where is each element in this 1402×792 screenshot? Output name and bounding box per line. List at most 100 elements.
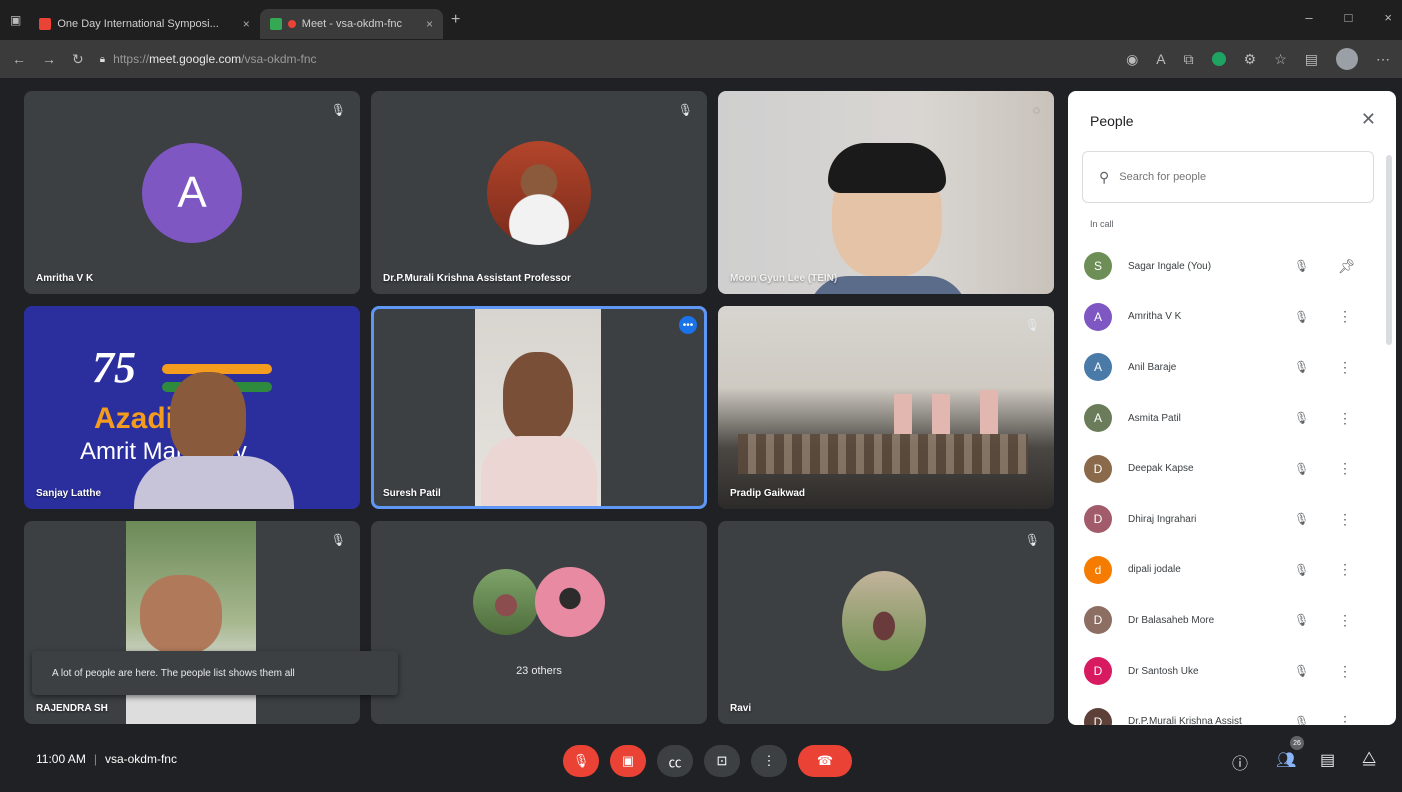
browser-tab-meet[interactable]: Meet - vsa-okdm-fnc × — [259, 9, 444, 39]
more-options-icon[interactable]: ⋮ — [1338, 308, 1352, 325]
muted-mic-icon: 🎙︎ — [330, 103, 346, 117]
avatar: d — [1084, 555, 1112, 584]
participant-name: Suresh Patil — [383, 488, 441, 499]
present-button[interactable]: ⊡ — [704, 745, 740, 777]
people-panel: People ✕ ⚲ In call S Sagar Ingale (You) … — [1068, 91, 1396, 725]
camera-indicator-icon[interactable]: ◉ — [1126, 51, 1138, 68]
participant-tile-others[interactable]: 23 others — [371, 521, 707, 724]
muted-mic-icon: 🎙︎ — [1024, 318, 1040, 332]
participant-tile[interactable]: ◌ Moon Gyun Lee (TEIN) — [718, 91, 1054, 294]
close-tab-icon[interactable]: × — [243, 17, 250, 31]
address-bar[interactable]: 🔒︎ https://meet.google.com/vsa-okdm-fnc — [100, 46, 317, 72]
list-item[interactable]: D Dr Santosh Uke 🎙︎ ⋮ — [1084, 646, 1380, 697]
participant-tile[interactable]: 🎙︎ Dr.P.Murali Krishna Assistant Profess… — [371, 91, 707, 294]
muted-mic-icon: 🎙︎ — [1294, 714, 1310, 725]
forward-icon[interactable]: → — [42, 51, 56, 67]
more-options-icon[interactable]: ⋮ — [1338, 612, 1352, 629]
participant-tile[interactable]: ••• Suresh Patil — [371, 306, 707, 509]
more-options-icon[interactable]: ••• — [679, 316, 697, 334]
notification-toast: A lot of people are here. The people lis… — [32, 651, 398, 695]
more-options-icon[interactable]: ⋮ — [1338, 663, 1352, 680]
search-input[interactable] — [1119, 171, 1340, 183]
list-item[interactable]: S Sagar Ingale (You) 🎙︎ 📌︎ — [1084, 241, 1380, 292]
browser-tabbar: ▣ One Day International Symposi... × Mee… — [0, 0, 1402, 40]
extension-green-icon[interactable] — [1211, 52, 1226, 66]
list-item[interactable]: A Anil Baraje 🎙︎ ⋮ — [1084, 342, 1380, 393]
favorites-icon[interactable]: ☆ — [1274, 51, 1287, 68]
more-options-icon[interactable]: ⋮ — [1338, 410, 1352, 427]
avatar: D — [1084, 606, 1112, 635]
meet-controls-bar: 11:00 AM | vsa-okdm-fnc 🎙︎ ▣ ㏄ ⊡ ⋮ ☎︎ ⓘ 👥︎… — [0, 728, 1402, 792]
list-item[interactable]: D Dhiraj Ingrahari 🎙︎ ⋮ — [1084, 494, 1380, 545]
panel-scrollbar[interactable] — [1386, 155, 1392, 345]
current-time: 11:00 AM — [36, 752, 86, 766]
people-icon[interactable]: 👥︎ — [1276, 750, 1296, 770]
separator: | — [93, 752, 97, 766]
participant-tile[interactable]: 🎙︎ Ravi — [718, 521, 1054, 724]
info-icon[interactable]: ⓘ — [1232, 750, 1248, 774]
avatar: A — [142, 143, 242, 243]
participant-tile[interactable]: A 🎙︎ Amritha V K — [24, 91, 360, 294]
avatar — [473, 569, 539, 635]
maximize-icon[interactable]: □ — [1345, 10, 1353, 25]
banner-75: 75 — [92, 343, 136, 392]
settings-icon[interactable]: ⚙ — [1244, 51, 1257, 68]
avatar: D — [1084, 657, 1112, 686]
leave-call-button[interactable]: ☎︎ — [798, 745, 852, 777]
meeting-code: vsa-okdm-fnc — [104, 752, 177, 766]
participant-tile[interactable]: 🎙︎ Pradip Gaikwad — [718, 306, 1054, 509]
participant-name: Amritha V K — [1128, 311, 1182, 323]
participant-name: dipali jodale — [1128, 564, 1181, 576]
back-icon[interactable]: ← — [12, 51, 26, 67]
more-options-icon[interactable]: ⋮ — [1338, 561, 1352, 578]
read-aloud-icon[interactable]: A — [1156, 51, 1165, 67]
extension-icon[interactable]: ⧉ — [1184, 51, 1194, 68]
window-menu-icon[interactable]: ▣ — [10, 13, 21, 27]
participant-name: Deepak Kapse — [1128, 463, 1194, 475]
close-icon[interactable]: ✕ — [1361, 109, 1376, 130]
url-path: /vsa-okdm-fnc — [241, 52, 317, 66]
video-shirt — [134, 456, 294, 509]
reload-icon[interactable]: ↻ — [72, 51, 84, 68]
browser-tab-symposium[interactable]: One Day International Symposi... × — [29, 9, 259, 39]
close-tab-icon[interactable]: × — [426, 17, 433, 31]
muted-mic-icon: 🎙︎ — [330, 533, 346, 547]
participant-tile[interactable]: 75 Azadi Amrit Mahotsav Sanjay Latthe — [24, 306, 360, 509]
more-menu-icon[interactable]: ⋯ — [1376, 51, 1390, 68]
more-options-button[interactable]: ⋮ — [751, 745, 787, 777]
participant-name: Anil Baraje — [1128, 361, 1177, 373]
more-options-icon[interactable]: ⋮ — [1338, 713, 1352, 725]
list-item[interactable]: A Asmita Patil 🎙︎ ⋮ — [1084, 393, 1380, 444]
chat-icon[interactable]: ▤ — [1320, 750, 1335, 770]
mic-toggle-button[interactable]: 🎙︎ — [563, 745, 599, 777]
avatar: S — [1084, 252, 1112, 281]
recording-icon — [287, 20, 296, 28]
new-tab-icon[interactable]: + — [451, 11, 460, 29]
more-options-icon[interactable]: ⋮ — [1338, 359, 1352, 376]
more-options-icon[interactable]: ⋮ — [1338, 511, 1352, 528]
participant-name: Pradip Gaikwad — [730, 488, 806, 499]
muted-mic-icon: 🎙︎ — [1294, 360, 1310, 375]
muted-mic-icon: 🎙︎ — [1294, 309, 1310, 324]
url-prefix: https:// — [113, 52, 150, 66]
list-item[interactable]: D Deepak Kapse 🎙︎ ⋮ — [1084, 443, 1380, 494]
list-item[interactable]: D Dr Balasaheb More 🎙︎ ⋮ — [1084, 595, 1380, 646]
participant-name: Sanjay Latthe — [36, 488, 102, 499]
search-field[interactable]: ⚲ — [1082, 151, 1374, 203]
profile-avatar[interactable] — [1336, 48, 1358, 70]
participant-name: Dr Balasaheb More — [1128, 614, 1215, 626]
list-item[interactable]: A Amritha V K 🎙︎ ⋮ — [1084, 292, 1380, 343]
video-person — [503, 352, 573, 442]
captions-button[interactable]: ㏄ — [657, 745, 693, 777]
avatar: A — [1084, 302, 1112, 331]
avatar — [535, 567, 605, 637]
camera-toggle-button[interactable]: ▣ — [610, 745, 646, 777]
collections-icon[interactable]: ▤ — [1305, 51, 1318, 68]
list-item[interactable]: d dipali jodale 🎙︎ ⋮ — [1084, 545, 1380, 596]
close-window-icon[interactable]: × — [1384, 10, 1392, 25]
pin-icon[interactable]: 📌︎ — [1338, 258, 1356, 275]
list-item[interactable]: D Dr.P.Murali Krishna Assist 🎙︎ ⋮ — [1084, 696, 1380, 725]
more-options-icon[interactable]: ⋮ — [1338, 460, 1352, 477]
activities-icon[interactable]: ⧋ — [1362, 750, 1376, 768]
minimize-icon[interactable]: – — [1305, 10, 1312, 25]
